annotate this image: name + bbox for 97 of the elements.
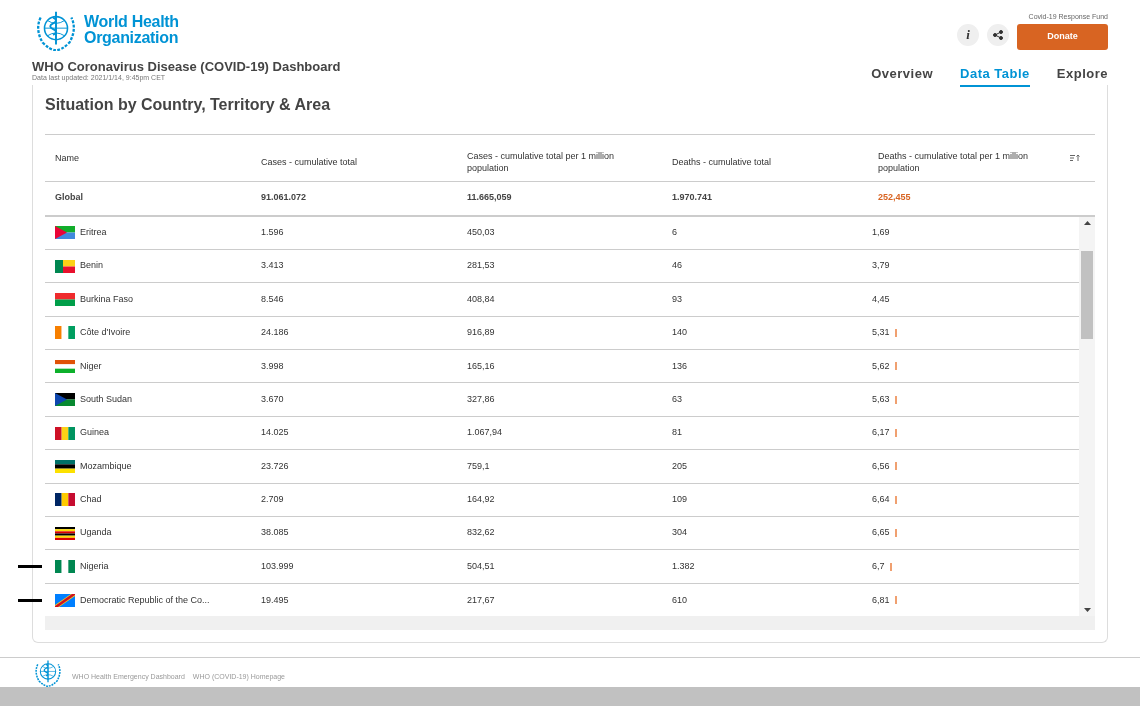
flag-icon bbox=[55, 526, 75, 540]
flag-icon bbox=[55, 259, 75, 273]
table-cell-text: 103.999 bbox=[260, 559, 295, 573]
flag-icon bbox=[55, 226, 75, 240]
table-cell-text: 140 bbox=[671, 326, 689, 340]
table-cell-text: 24.186 bbox=[260, 326, 290, 340]
table-cell-text: 759,1 bbox=[466, 459, 491, 473]
table-cell-text: 8.546 bbox=[260, 292, 285, 306]
table-cell-text: 14.025 bbox=[260, 426, 290, 440]
table-cell-text: 2.709 bbox=[260, 493, 285, 507]
country-name: Benin bbox=[80, 259, 104, 273]
table-cell-text: 504,51 bbox=[466, 559, 496, 573]
table-cell-text: 217,67 bbox=[466, 593, 496, 607]
nav-tab[interactable]: Data Table bbox=[960, 64, 1030, 87]
table-cell-text: 3.670 bbox=[260, 392, 285, 406]
section-title: Situation by Country, Territory & Area bbox=[45, 94, 332, 115]
global-cell-text: 1.970.741 bbox=[671, 191, 714, 205]
table-cell-text: 136 bbox=[671, 359, 689, 373]
column-header: Name bbox=[55, 151, 79, 164]
table-cell-text: 6,81 bbox=[872, 593, 890, 607]
table-cell-text: 205 bbox=[671, 459, 689, 473]
table-cell: 6,17 bbox=[872, 426, 890, 440]
table-cell-text: 1.067,94 bbox=[466, 426, 504, 440]
table-cell-text: 164,92 bbox=[466, 493, 496, 507]
global-cell-text: Global bbox=[54, 191, 84, 205]
table-cell-text: 3.998 bbox=[260, 359, 285, 373]
table-cell: 6,64 bbox=[872, 493, 890, 507]
table-cell-text: 916,89 bbox=[466, 326, 496, 340]
table-cell: 6,65 bbox=[872, 526, 890, 540]
scroll-down-icon[interactable] bbox=[1083, 607, 1091, 612]
country-name: Côte d'Ivoire bbox=[80, 326, 131, 340]
table-cell: 5,31 bbox=[872, 326, 890, 340]
share-icon bbox=[993, 30, 1003, 40]
flag-icon bbox=[55, 594, 75, 607]
table-cell: 3,79 bbox=[872, 259, 890, 273]
table-cell-text: 832,62 bbox=[466, 526, 496, 540]
scroll-up-icon[interactable] bbox=[1083, 220, 1091, 225]
table-cell-text: 19.495 bbox=[260, 593, 290, 607]
country-name: Eritrea bbox=[80, 225, 107, 239]
vertical-scrollbar[interactable] bbox=[1079, 216, 1095, 616]
table-cell-text: 4,45 bbox=[872, 292, 890, 306]
country-name: Nigeria bbox=[80, 559, 109, 573]
table-cell-text: 63 bbox=[671, 392, 683, 406]
table-cell-text: 304 bbox=[671, 526, 689, 540]
country-name: Burkina Faso bbox=[80, 292, 134, 306]
table-cell-text: 1,69 bbox=[872, 225, 890, 239]
share-button[interactable] bbox=[987, 24, 1009, 46]
nav-tab[interactable]: Overview bbox=[871, 64, 934, 87]
column-header: Deaths - cumulative total per 1 million population bbox=[878, 149, 1030, 174]
global-cell-text: 91.061.072 bbox=[260, 191, 308, 205]
country-name: South Sudan bbox=[80, 392, 133, 406]
dashboard-title: WHO Coronavirus Disease (COVID-19) Dashboard bbox=[32, 59, 341, 75]
country-name: Chad bbox=[80, 493, 102, 507]
scrollbar-thumb[interactable] bbox=[1081, 250, 1093, 339]
table-cell-text: 1.382 bbox=[671, 559, 696, 573]
table-cell-text: 610 bbox=[671, 593, 689, 607]
table-cell-text: 281,53 bbox=[466, 259, 496, 273]
column-header: Cases - cumulative total bbox=[261, 155, 358, 168]
table-cell-text: 450,03 bbox=[466, 225, 496, 239]
flag-icon bbox=[55, 359, 75, 373]
donate-button[interactable]: Donate bbox=[1017, 24, 1108, 50]
table-cell-text: 6,56 bbox=[872, 459, 890, 473]
organization-name: World Health Organization bbox=[84, 13, 180, 46]
table-cell-text: 165,16 bbox=[466, 359, 496, 373]
table-cell-text: 6,7 bbox=[872, 559, 885, 573]
country-name: Democratic Republic of the Co... bbox=[80, 593, 210, 607]
column-header: Deaths - cumulative total bbox=[672, 155, 772, 168]
column-header: Cases - cumulative total per 1 million population bbox=[467, 149, 616, 174]
table-cell-text: 1.596 bbox=[260, 225, 285, 239]
country-name: Mozambique bbox=[80, 459, 132, 473]
global-cell-text: 252,455 bbox=[877, 191, 912, 205]
table-cell-text: 23.726 bbox=[260, 459, 290, 473]
flag-icon bbox=[55, 292, 75, 306]
country-name: Uganda bbox=[80, 526, 112, 540]
flag-icon bbox=[55, 493, 75, 507]
info-button[interactable]: i bbox=[957, 24, 979, 46]
table-cell-text: 46 bbox=[671, 259, 683, 273]
table-cell-text: 81 bbox=[671, 426, 683, 440]
country-name: Niger bbox=[80, 359, 102, 373]
global-cell-text: 11.665,059 bbox=[466, 191, 513, 205]
flag-icon bbox=[55, 326, 75, 340]
nav-tab[interactable]: Explore bbox=[1056, 64, 1108, 87]
table-cell-text: 408,84 bbox=[466, 292, 496, 306]
table-cell: 5,62 bbox=[872, 359, 890, 373]
flag-icon bbox=[55, 459, 75, 473]
table-cell-text: 327,86 bbox=[466, 392, 496, 406]
table-cell-text: 93 bbox=[671, 292, 683, 306]
flag-icon bbox=[55, 560, 75, 574]
table-cell-text: 3.413 bbox=[260, 259, 285, 273]
table-cell-text: 5,63 bbox=[872, 392, 890, 406]
flag-icon bbox=[55, 426, 75, 440]
flag-icon bbox=[55, 393, 75, 407]
table-cell-text: 6 bbox=[671, 225, 678, 239]
country-name: Guinea bbox=[80, 426, 110, 440]
table-cell-text: 109 bbox=[671, 493, 689, 507]
table-cell-text: 38.085 bbox=[260, 526, 290, 540]
sort-icon bbox=[1070, 153, 1080, 162]
